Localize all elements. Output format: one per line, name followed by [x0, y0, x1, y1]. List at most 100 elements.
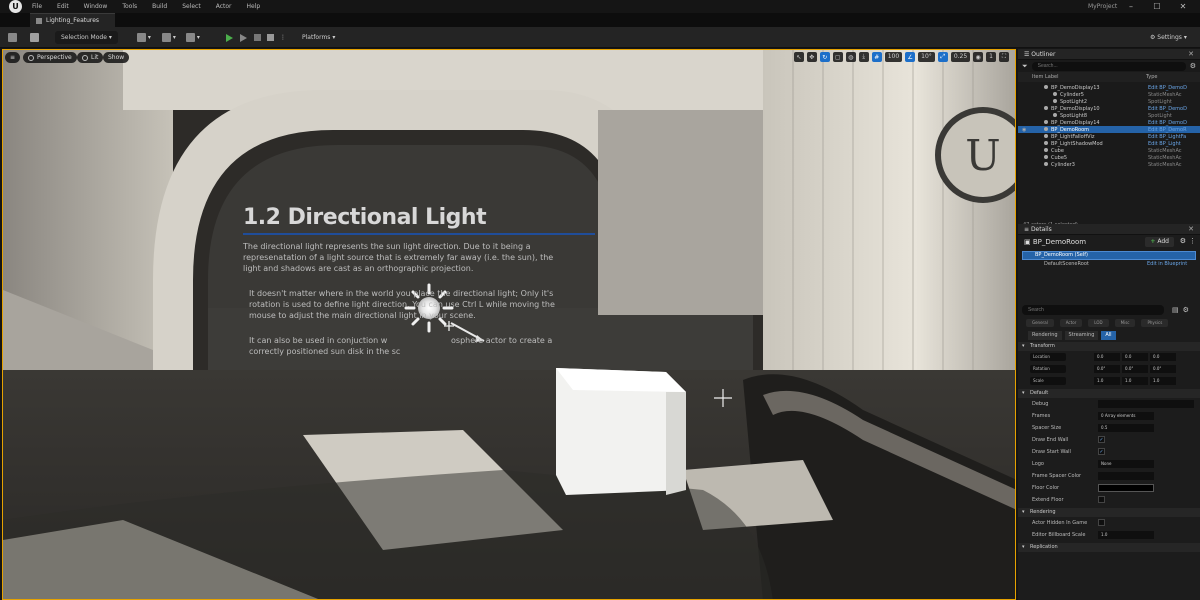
- content-browser-icon[interactable]: [30, 31, 39, 44]
- menu-item-file[interactable]: File: [32, 3, 42, 10]
- perspective-button[interactable]: Perspective: [23, 52, 77, 63]
- scale-snap-value[interactable]: 0.25: [950, 52, 971, 62]
- menu-item-actor[interactable]: Actor: [216, 3, 232, 10]
- level-tab[interactable]: Lighting_Features: [30, 13, 115, 27]
- property-checkbox[interactable]: [1098, 496, 1105, 503]
- unreal-logo-icon[interactable]: U: [9, 0, 22, 13]
- close-icon[interactable]: ✕: [1170, 0, 1196, 13]
- minimize-icon[interactable]: –: [1118, 0, 1144, 13]
- outliner-settings-icon[interactable]: ⚙: [1190, 62, 1196, 70]
- property-value[interactable]: [1098, 472, 1154, 480]
- outliner-row-type[interactable]: Edit BP_LightFa: [1148, 134, 1186, 140]
- transform-mode-dropdown[interactable]: Rotation: [1030, 365, 1066, 373]
- play-icon[interactable]: [226, 31, 233, 44]
- grid-snap-value[interactable]: 100: [884, 52, 903, 62]
- property-matrix-icon[interactable]: ▤: [1172, 306, 1179, 314]
- platforms-button[interactable]: Platforms ▾: [302, 31, 335, 44]
- blueprint-icon[interactable]: ▾: [162, 31, 176, 44]
- filter-icon[interactable]: ⏷: [1022, 62, 1028, 71]
- transform-z-field[interactable]: 0.0°: [1150, 365, 1176, 373]
- section-tab-rendering[interactable]: Rendering: [1028, 331, 1062, 340]
- stop-icon[interactable]: [267, 31, 274, 44]
- rotation-snap-icon[interactable]: ∠: [905, 52, 916, 62]
- scale-icon[interactable]: ▢: [832, 52, 843, 62]
- save-icon[interactable]: [8, 31, 17, 44]
- child-component-row[interactable]: DefaultSceneRoot Edit in Blueprint: [1018, 260, 1200, 269]
- section-tab-all[interactable]: All: [1101, 331, 1116, 340]
- section-tab-streaming[interactable]: Streaming: [1064, 331, 1099, 340]
- grid-snap-icon[interactable]: #: [871, 52, 882, 62]
- level-viewport[interactable]: U ≡ Perspective Lit Show ↖ ✥ ↻ ▢ ◍ ⤓ # 1…: [2, 49, 1016, 600]
- outliner-row[interactable]: BP_DemoDisplay14 Edit BP_DemoD: [1018, 119, 1200, 126]
- maximize-viewport-icon[interactable]: ⛶: [999, 52, 1009, 62]
- outliner-row[interactable]: BP_DemoDisplay10 Edit BP_DemoD: [1018, 105, 1200, 112]
- details-close-icon[interactable]: ✕: [1188, 225, 1194, 233]
- menu-item-window[interactable]: Window: [84, 3, 108, 10]
- outliner-row[interactable]: Cube5 StaticMeshAc: [1018, 154, 1200, 161]
- outliner-row-type[interactable]: Edit BP_Light: [1148, 141, 1181, 147]
- transform-y-field[interactable]: 0.0: [1122, 353, 1148, 361]
- outliner-row[interactable]: ◉ BP_DemoRoom Edit BP_DemoR: [1018, 126, 1200, 133]
- outliner-row[interactable]: BP_LightShadowMod Edit BP_Light: [1018, 140, 1200, 147]
- maximize-icon[interactable]: ☐: [1144, 0, 1170, 13]
- rendering-section[interactable]: Rendering: [1018, 508, 1200, 517]
- settings-button[interactable]: ⚙ Settings ▾: [1150, 31, 1187, 44]
- add-actor-icon[interactable]: ▾: [137, 31, 151, 44]
- menu-item-edit[interactable]: Edit: [57, 3, 69, 10]
- play-options-icon[interactable]: ⋮: [280, 31, 286, 44]
- property-checkbox[interactable]: ✓: [1098, 448, 1105, 455]
- show-button[interactable]: Show: [103, 52, 130, 63]
- root-component-row[interactable]: BP_DemoRoom (Self): [1022, 251, 1196, 260]
- simulate-icon[interactable]: [240, 31, 247, 44]
- filter-chip-misc[interactable]: Misc: [1114, 319, 1136, 327]
- filter-chip-actor[interactable]: Actor: [1059, 319, 1083, 327]
- surface-snap-icon[interactable]: ⤓: [858, 52, 869, 62]
- outliner-row[interactable]: SpotLight8 SpotLight: [1018, 112, 1200, 119]
- menu-item-help[interactable]: Help: [247, 3, 261, 10]
- outliner-row-type[interactable]: Edit BP_DemoD: [1148, 85, 1187, 91]
- outliner-row[interactable]: BP_DemoDisplay13 Edit BP_DemoD: [1018, 84, 1200, 91]
- camera-speed-icon[interactable]: ◉: [973, 52, 984, 62]
- property-value[interactable]: 1.0: [1098, 531, 1154, 539]
- transform-y-field[interactable]: 0.0°: [1122, 365, 1148, 373]
- transform-z-field[interactable]: 1.0: [1150, 377, 1176, 385]
- visibility-eye-icon[interactable]: ◉: [1022, 127, 1026, 133]
- viewport-options-button[interactable]: ≡: [5, 52, 21, 63]
- transform-x-field[interactable]: 1.0: [1094, 377, 1120, 385]
- filter-chip-physics[interactable]: Physics: [1141, 319, 1169, 327]
- translate-icon[interactable]: ✥: [806, 52, 817, 62]
- menu-item-build[interactable]: Build: [152, 3, 167, 10]
- outliner-row[interactable]: Cylinder3 StaticMeshAc: [1018, 161, 1200, 168]
- outliner-row-type[interactable]: Edit BP_DemoD: [1148, 106, 1187, 112]
- transform-mode-dropdown[interactable]: Scale: [1030, 377, 1066, 385]
- property-value[interactable]: 0 Array elements: [1098, 412, 1154, 420]
- outliner-row-type[interactable]: Edit BP_DemoD: [1148, 120, 1187, 126]
- pause-icon[interactable]: [254, 31, 261, 44]
- property-value[interactable]: 0.5: [1098, 424, 1154, 432]
- property-checkbox[interactable]: [1098, 519, 1105, 526]
- filter-chip-lod[interactable]: LOD: [1088, 319, 1109, 327]
- transform-section[interactable]: Transform: [1018, 342, 1200, 351]
- outliner-row[interactable]: SpotLight2 SpotLight: [1018, 98, 1200, 105]
- lit-button[interactable]: Lit: [77, 52, 104, 63]
- property-value[interactable]: [1098, 400, 1194, 408]
- details-settings-icon[interactable]: ⚙: [1183, 306, 1189, 314]
- select-icon[interactable]: ↖: [793, 52, 804, 62]
- menu-item-tools[interactable]: Tools: [122, 3, 137, 10]
- menu-item-select[interactable]: Select: [182, 3, 201, 10]
- camera-speed-value[interactable]: 1: [986, 52, 996, 62]
- transform-x-field[interactable]: 0.0°: [1094, 365, 1120, 373]
- scale-snap-icon[interactable]: ⤢: [937, 52, 948, 62]
- outliner-row-type[interactable]: Edit BP_DemoR: [1148, 127, 1187, 133]
- transform-y-field[interactable]: 1.0: [1122, 377, 1148, 385]
- blueprint-options-icon[interactable]: ⚙: [1180, 237, 1186, 245]
- world-local-icon[interactable]: ◍: [845, 52, 856, 62]
- outliner-close-icon[interactable]: ✕: [1188, 50, 1194, 58]
- outliner-search-input[interactable]: [1031, 61, 1186, 71]
- default-section[interactable]: Default: [1018, 389, 1200, 398]
- outliner-row[interactable]: Cylinder5 StaticMeshAc: [1018, 91, 1200, 98]
- rotate-icon[interactable]: ↻: [819, 52, 830, 62]
- property-value[interactable]: [1098, 484, 1154, 492]
- outliner-row[interactable]: BP_LightFalloffViz Edit BP_LightFa: [1018, 133, 1200, 140]
- transform-mode-dropdown[interactable]: Location: [1030, 353, 1066, 361]
